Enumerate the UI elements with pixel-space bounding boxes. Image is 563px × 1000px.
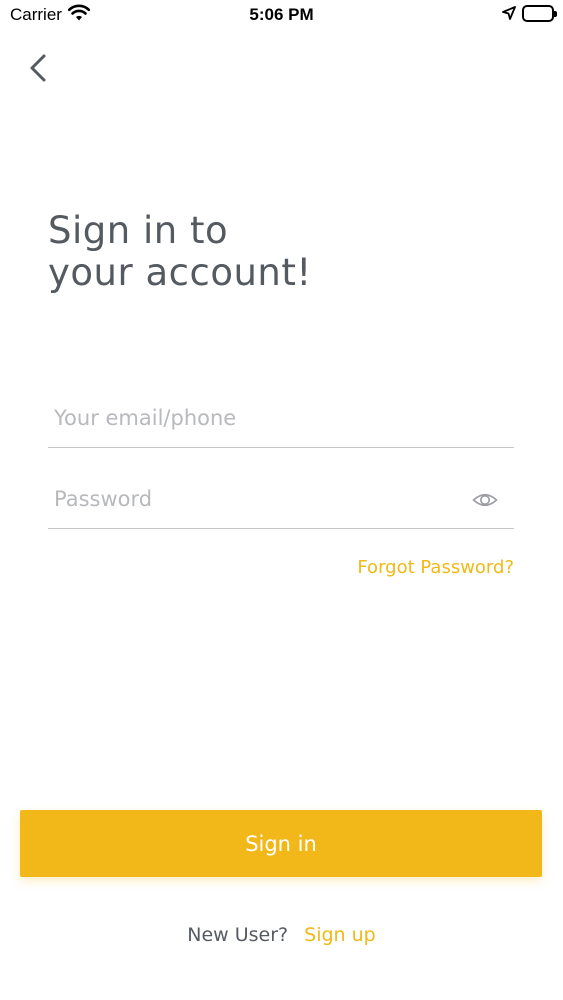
sign-up-link[interactable]: Sign up [304,924,376,946]
email-field-container [48,398,514,448]
battery-icon [522,5,557,22]
eye-icon[interactable] [472,487,498,513]
page-title: Sign in to your account! [48,210,312,294]
new-user-text: New User? [187,924,289,946]
signup-prompt: New User? Sign up [0,924,563,946]
location-arrow-icon [502,6,516,20]
password-field-container [48,479,514,529]
status-bar: Carrier 5:06 PM [0,0,563,30]
status-time: 5:06 PM [249,5,314,24]
sign-in-button[interactable]: Sign in [20,810,542,877]
password-field[interactable] [54,479,454,519]
chevron-left-icon [30,54,46,82]
battery-cap [554,11,557,17]
back-button[interactable] [22,50,54,86]
email-field[interactable] [54,398,454,438]
page-title-line-1: Sign in to [48,209,229,252]
page-title-line-2: your account! [48,251,312,294]
forgot-password-link[interactable]: Forgot Password? [357,557,514,578]
